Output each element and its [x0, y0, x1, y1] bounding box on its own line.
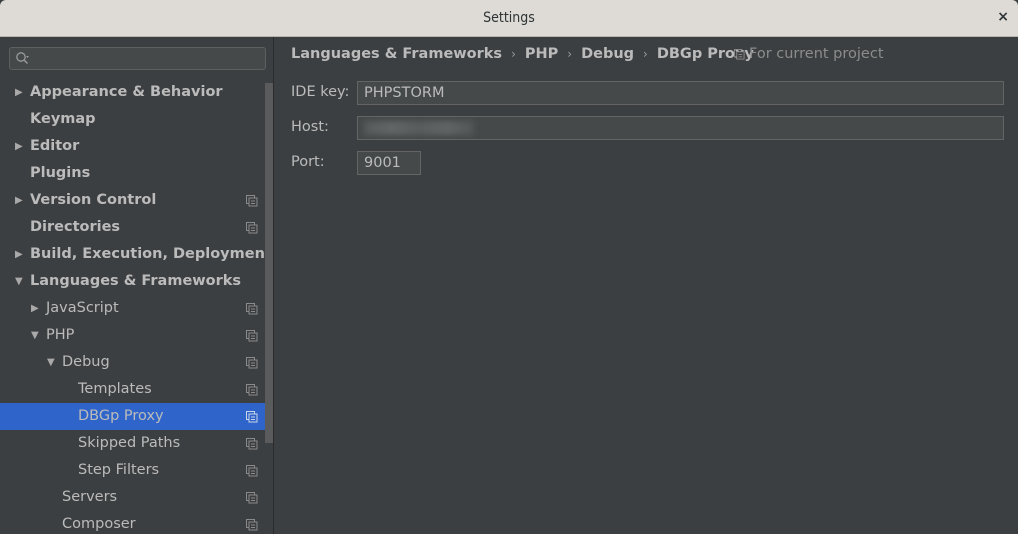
- sidebar-item-servers[interactable]: Servers: [0, 484, 273, 511]
- sidebar-item-php[interactable]: ▼ PHP: [0, 322, 273, 349]
- breadcrumb-separator: ›: [643, 47, 648, 61]
- sidebar-item-version-control[interactable]: ▶ Version Control: [0, 187, 273, 214]
- breadcrumb-item[interactable]: Languages & Frameworks: [291, 46, 502, 62]
- sidebar-item-label: Composer: [62, 516, 136, 532]
- breadcrumb-separator: ›: [567, 47, 573, 61]
- scope-label: For current project: [749, 46, 884, 62]
- project-scope-icon: [246, 519, 258, 531]
- port-label: Port:: [291, 154, 325, 170]
- window-title: Settings: [483, 10, 535, 26]
- sidebar-item-templates[interactable]: Templates: [0, 376, 273, 403]
- breadcrumb-separator: ›: [511, 47, 516, 61]
- sidebar-item-label: PHP: [46, 327, 75, 343]
- sidebar-item-label: Skipped Paths: [78, 435, 181, 451]
- search-input[interactable]: [9, 47, 266, 70]
- host-value-redacted: [364, 121, 474, 135]
- search-icon: [16, 52, 29, 64]
- settings-sidebar: ▶ Appearance & Behavior Keymap ▶ Editor Plugi…: [0, 37, 274, 534]
- collapsed-arrow-icon[interactable]: ▶: [15, 133, 27, 160]
- project-scope-icon: [734, 48, 745, 60]
- project-scope-icon: [246, 384, 258, 396]
- project-scope-icon: [246, 330, 258, 342]
- sidebar-item-label: Appearance & Behavior: [30, 84, 223, 100]
- sidebar-item-editor[interactable]: ▶ Editor: [0, 133, 273, 160]
- sidebar-item-languages-frameworks[interactable]: ▼ Languages & Frameworks: [0, 268, 273, 295]
- sidebar-item-label: Debug: [62, 354, 110, 370]
- sidebar-item-build-execution-deployment[interactable]: ▶ Build, Execution, Deployment: [0, 241, 273, 268]
- host-input[interactable]: [357, 116, 1004, 140]
- sidebar-item-dbgp-proxy[interactable]: DBGp Proxy: [0, 403, 273, 430]
- sidebar-item-appearance-behavior[interactable]: ▶ Appearance & Behavior: [0, 79, 273, 106]
- collapsed-arrow-icon[interactable]: ▶: [15, 187, 27, 214]
- sidebar-item-debug[interactable]: ▼ Debug: [0, 349, 273, 376]
- project-scope-icon: [246, 492, 258, 504]
- ide-key-label: IDE key:: [291, 84, 350, 100]
- sidebar-scrollbar[interactable]: [265, 83, 273, 443]
- breadcrumb-item[interactable]: Debug: [581, 46, 634, 62]
- scope-indicator: For current project: [734, 46, 884, 62]
- breadcrumb-item[interactable]: PHP: [525, 46, 558, 62]
- sidebar-item-label: Version Control: [30, 192, 157, 208]
- expanded-arrow-icon[interactable]: ▼: [47, 349, 59, 376]
- sidebar-item-directories[interactable]: Directories: [0, 214, 273, 241]
- title-bar: Settings ×: [0, 0, 1018, 37]
- close-icon[interactable]: ×: [997, 9, 1009, 25]
- sidebar-item-keymap[interactable]: Keymap: [0, 106, 273, 133]
- sidebar-item-skipped-paths[interactable]: Skipped Paths: [0, 430, 273, 457]
- project-scope-icon: [246, 195, 258, 207]
- sidebar-item-plugins[interactable]: Plugins: [0, 160, 273, 187]
- sidebar-item-label: Step Filters: [78, 462, 160, 478]
- sidebar-item-step-filters[interactable]: Step Filters: [0, 457, 273, 484]
- sidebar-item-label: DBGp Proxy: [78, 408, 164, 424]
- sidebar-item-label: Editor: [30, 138, 80, 154]
- breadcrumb: Languages & Frameworks › PHP › Debug › DBGp Pr…: [291, 46, 754, 62]
- settings-content: Languages & Frameworks › PHP › Debug › DBGp Pr…: [275, 37, 1018, 534]
- settings-tree: ▶ Appearance & Behavior Keymap ▶ Editor Plugi…: [0, 79, 273, 534]
- sidebar-item-composer[interactable]: Composer: [0, 511, 273, 534]
- expanded-arrow-icon[interactable]: ▼: [15, 268, 27, 295]
- ide-key-input[interactable]: PHPSTORM: [357, 81, 1004, 105]
- host-label: Host:: [291, 119, 329, 135]
- sidebar-item-label: Keymap: [30, 111, 96, 127]
- collapsed-arrow-icon[interactable]: ▶: [15, 79, 27, 106]
- collapsed-arrow-icon[interactable]: ▶: [15, 241, 27, 268]
- project-scope-icon: [246, 303, 258, 315]
- sidebar-item-javascript[interactable]: ▶ JavaScript: [0, 295, 273, 322]
- sidebar-item-label: JavaScript: [46, 300, 119, 316]
- project-scope-icon: [246, 357, 258, 369]
- sidebar-item-label: Plugins: [30, 165, 91, 181]
- sidebar-item-label: Languages & Frameworks: [30, 273, 242, 289]
- project-scope-icon: [246, 222, 258, 234]
- sidebar-item-label: Servers: [62, 489, 118, 505]
- sidebar-item-label: Directories: [30, 219, 121, 235]
- project-scope-icon: [246, 438, 258, 450]
- sidebar-item-label: Build, Execution, Deployment: [30, 246, 272, 262]
- sidebar-item-label: Templates: [78, 381, 152, 397]
- port-input[interactable]: 9001: [357, 151, 421, 175]
- expanded-arrow-icon[interactable]: ▼: [31, 322, 43, 349]
- project-scope-icon: [246, 411, 258, 423]
- project-scope-icon: [246, 465, 258, 477]
- collapsed-arrow-icon[interactable]: ▶: [31, 295, 43, 322]
